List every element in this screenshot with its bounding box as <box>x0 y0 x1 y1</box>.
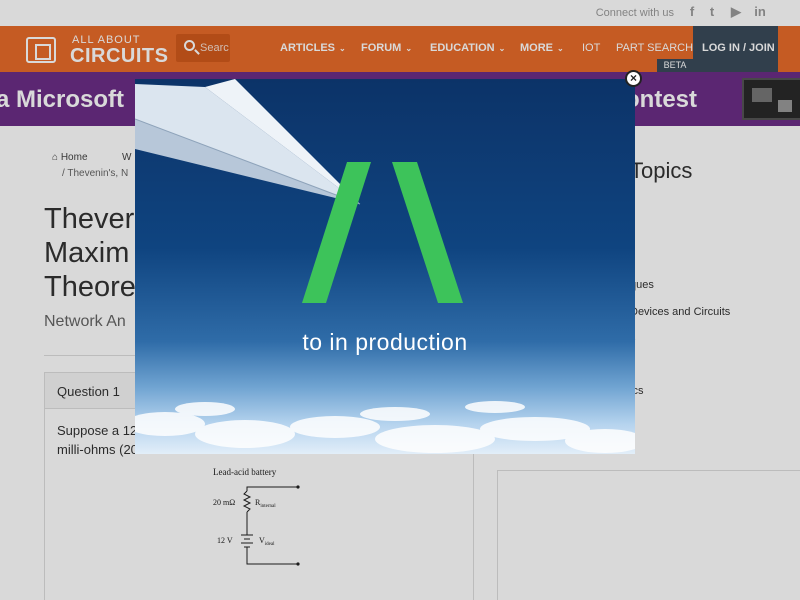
close-icon[interactable]: × <box>625 70 642 87</box>
ad-modal[interactable]: to in production <box>135 79 635 454</box>
lambda-logo-icon <box>302 162 463 303</box>
modal-caption: to in production <box>302 329 468 355</box>
